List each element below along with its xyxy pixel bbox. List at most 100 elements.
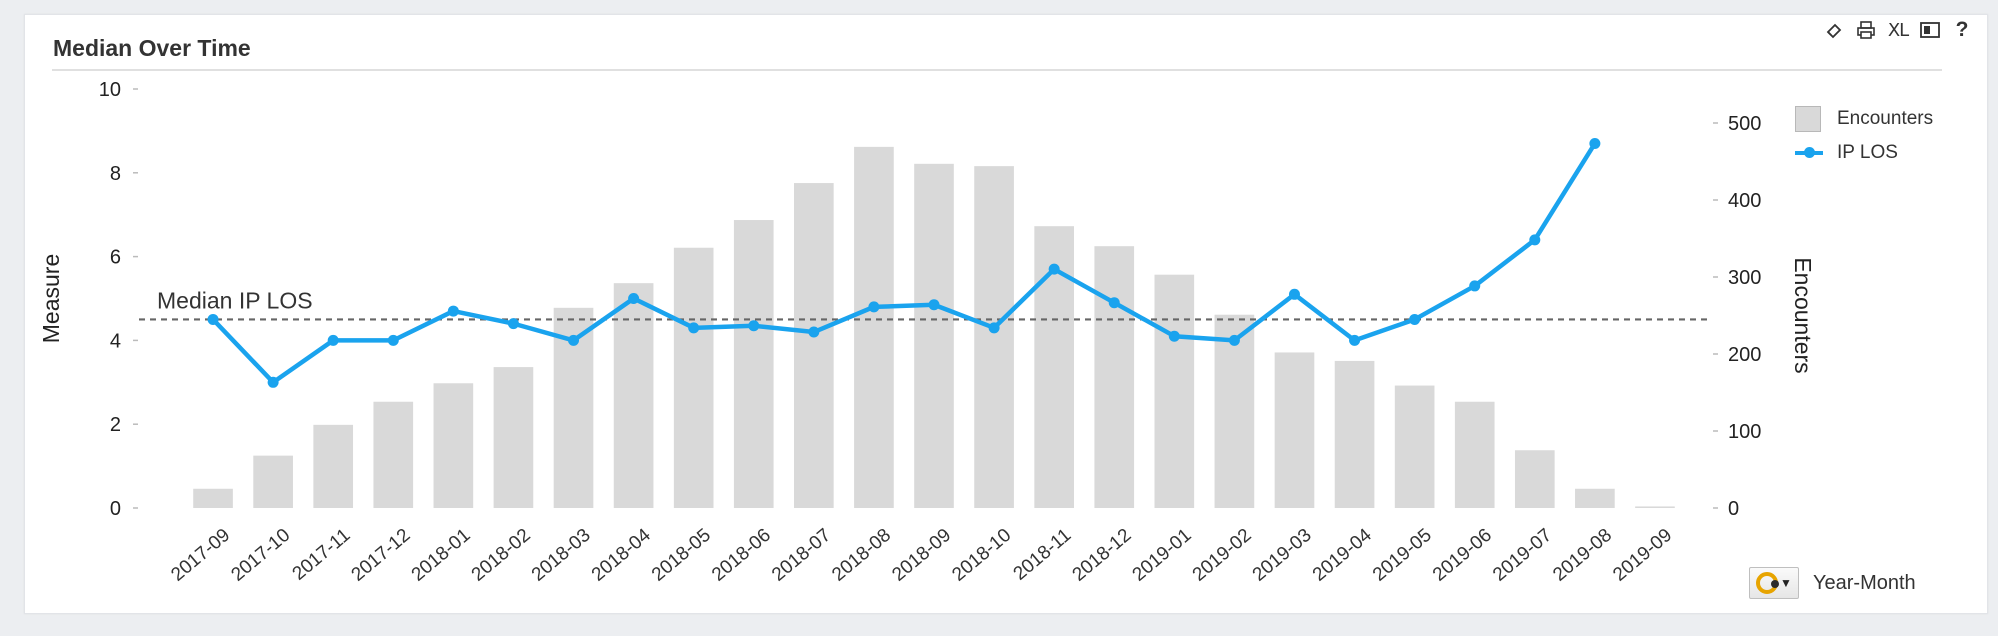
x-tick-label: 2018-12 (1069, 525, 1136, 586)
combo-chart: Median IP LOS 0 2 4 6 8 10 0 100 200 300 400 500 2… (38, 79, 1816, 586)
left-tick-label: 4 (110, 330, 121, 352)
x-tick-label: 2018-10 (948, 525, 1015, 586)
bar-2018-07 (794, 183, 834, 508)
x-tick-label: 2019-01 (1129, 525, 1196, 586)
point-2017-09 (207, 313, 219, 325)
left-axis: 0 2 4 6 8 10 (99, 79, 138, 520)
x-tick-label: 2018-05 (648, 525, 715, 586)
x-dimension-label: Year-Month (1813, 571, 1916, 594)
bar-2017-10 (253, 455, 293, 508)
bar-2018-01 (433, 383, 474, 508)
legend-item-encounters[interactable]: Encounters (1795, 102, 1933, 136)
x-tick-label: 2019-08 (1549, 525, 1616, 586)
chart-legend: Encounters IP LOS (1795, 102, 1933, 170)
x-tick-label: 2019-03 (1249, 525, 1316, 586)
point-2017-11 (327, 334, 339, 346)
point-2018-02 (507, 318, 519, 330)
left-tick-label: 2 (110, 414, 121, 436)
cycle-icon (1756, 572, 1780, 594)
x-tick-label: 2018-07 (768, 525, 835, 586)
point-2017-12 (387, 334, 399, 346)
x-tick-label: 2018-04 (588, 524, 655, 585)
chart-panel: Median Over Time XL ? Median IP LOS 0246… (24, 14, 1988, 614)
left-tick-label: 0 (110, 498, 121, 520)
bar-2017-12 (373, 401, 414, 508)
bar-2019-09 (1635, 506, 1675, 508)
x-tick-label: 2018-01 (408, 525, 475, 586)
x-tick-label: 2019-04 (1309, 524, 1376, 585)
x-axis: 2017-092017-102017-112017-122018-012018-… (167, 524, 1676, 585)
bar-2018-05 (673, 247, 714, 509)
x-tick-label: 2018-02 (468, 525, 535, 586)
bar-2018-08 (854, 146, 894, 508)
point-2019-02 (1228, 334, 1240, 346)
point-2019-03 (1288, 288, 1300, 300)
right-axis: 0 100 200 300 400 500 (1713, 113, 1761, 520)
bar-2019-01 (1154, 274, 1195, 508)
point-2018-12 (1108, 297, 1120, 309)
x-tick-label: 2018-06 (708, 525, 775, 586)
point-2019-01 (1168, 330, 1180, 342)
x-tick-label: 2017-11 (289, 525, 355, 585)
point-2018-10 (988, 322, 1000, 334)
ip-los-polyline (211, 142, 1597, 385)
bar-2017-09 (193, 488, 233, 508)
right-tick-label: 0 (1728, 498, 1739, 520)
right-tick-label: 200 (1728, 344, 1761, 366)
right-tick-label: 500 (1728, 113, 1761, 135)
bar-2018-04 (613, 283, 654, 508)
x-tick-label: 2019-02 (1189, 525, 1256, 586)
right-tick-label: 400 (1728, 190, 1761, 212)
legend-item-ip-los[interactable]: IP LOS (1795, 136, 1933, 170)
x-tick-label: 2019-06 (1429, 525, 1496, 586)
median-reference-label: Median IP LOS (157, 287, 313, 313)
x-tick-label: 2017-09 (167, 525, 234, 586)
point-2018-11 (1048, 263, 1060, 275)
x-tick-label: 2018-11 (1010, 525, 1076, 585)
bar-2018-09 (914, 163, 954, 508)
bar-2019-08 (1575, 488, 1615, 508)
x-tick-label: 2017-10 (227, 525, 294, 586)
point-2018-07 (808, 326, 820, 338)
ip-los-line (207, 137, 1601, 388)
point-2018-08 (868, 301, 880, 313)
x-tick-label: 2017-12 (348, 525, 415, 586)
right-axis-label: Encounters (1790, 257, 1816, 373)
point-2018-05 (688, 322, 700, 334)
point-2017-10 (267, 376, 279, 388)
right-tick-label: 100 (1728, 421, 1761, 443)
point-2019-04 (1349, 334, 1361, 346)
point-2019-05 (1409, 313, 1421, 325)
x-tick-label: 2018-09 (888, 525, 955, 586)
legend-label: IP LOS (1837, 142, 1898, 163)
bar-2019-06 (1454, 401, 1495, 508)
x-tick-label: 2018-03 (528, 525, 595, 586)
left-tick-label: 6 (110, 247, 121, 269)
point-2019-07 (1529, 234, 1541, 246)
point-2018-06 (748, 320, 760, 332)
point-2018-04 (628, 293, 640, 304)
bar-swatch-icon (1795, 106, 1821, 132)
bar-2018-02 (493, 367, 534, 508)
point-2019-08 (1589, 137, 1601, 149)
bar-2018-10 (974, 166, 1014, 508)
bar-2018-06 (733, 220, 774, 508)
legend-label: Encounters (1837, 108, 1934, 129)
bar-2017-11 (313, 424, 354, 508)
point-2019-06 (1469, 280, 1481, 292)
right-tick-label: 300 (1728, 267, 1761, 289)
line-swatch-icon (1795, 142, 1823, 164)
dimension-switch-button[interactable]: ▼ (1749, 567, 1799, 599)
point-2018-09 (928, 299, 940, 311)
chevron-down-icon: ▼ (1780, 576, 1792, 590)
bar-2018-12 (1094, 246, 1135, 508)
x-tick-label: 2019-09 (1609, 525, 1676, 586)
x-tick-label: 2018-08 (828, 525, 895, 586)
bar-2019-03 (1274, 352, 1315, 508)
point-2018-03 (568, 334, 580, 346)
left-axis-label: Measure (38, 254, 64, 343)
bar-2019-07 (1514, 450, 1555, 508)
x-dimension-selector: ▼ Year-Month (1749, 567, 1916, 599)
x-tick-label: 2019-07 (1489, 525, 1556, 586)
x-tick-label: 2019-05 (1369, 525, 1436, 586)
